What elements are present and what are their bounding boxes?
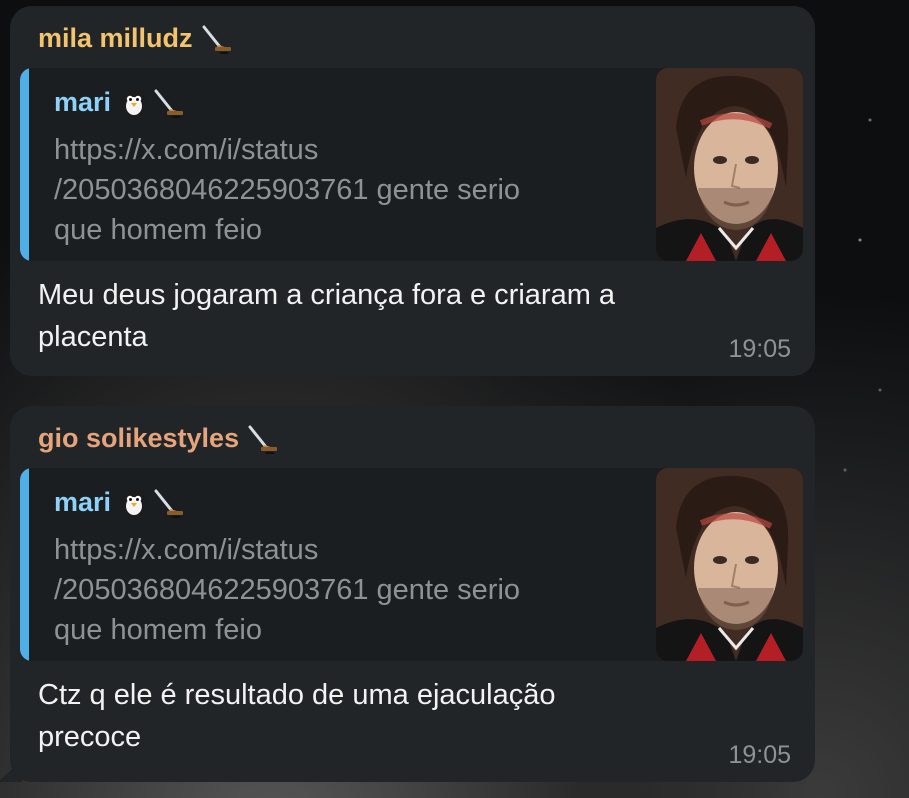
message-time: 19:05 (728, 741, 791, 769)
sender-name[interactable]: gio solikestyles (38, 422, 279, 454)
message-text-line: placenta (38, 321, 148, 353)
reply-author: mari (54, 86, 185, 118)
reply-text: https://x.com/i/status /2050368046225903… (54, 530, 634, 650)
reply-thumbnail[interactable] (656, 468, 803, 661)
reply-accent-bar (20, 468, 29, 661)
message-text: Ctz q ele é resultado de uma ejaculação … (38, 674, 778, 758)
hockey-stick-icon (245, 424, 279, 454)
reply-text-line: https://x.com/i/status (54, 534, 319, 566)
message-time: 19:05 (728, 335, 791, 363)
message-text: Meu deus jogaram a criança fora e criara… (38, 274, 778, 358)
reply-preview[interactable]: mari https://x.com/i/status /20503680462… (20, 68, 803, 261)
reply-author-name: mari (54, 487, 112, 518)
reply-text-line: /2050368046225903761 gente serio (54, 174, 521, 206)
message-bubble[interactable]: gio solikestyles mari https://x.com/i/st… (10, 406, 815, 782)
message-text-line: Ctz q ele é resultado de uma ejaculação (38, 679, 556, 711)
message-text-line: precoce (38, 721, 142, 753)
reply-author-name: mari (54, 87, 112, 118)
reply-text-line: que homem feio (54, 614, 262, 646)
penguin-icon (119, 88, 149, 118)
reply-accent-bar (20, 68, 29, 261)
reply-preview[interactable]: mari https://x.com/i/status /20503680462… (20, 468, 803, 661)
penguin-icon (119, 488, 149, 518)
sender-name-text: mila milludz (38, 23, 193, 54)
message-text-line: Meu deus jogaram a criança fora e criara… (38, 279, 616, 311)
reply-text-line: /2050368046225903761 gente serio (54, 574, 521, 606)
hockey-stick-icon (151, 88, 185, 118)
reply-text: https://x.com/i/status /2050368046225903… (54, 130, 634, 250)
hockey-stick-icon (151, 488, 185, 518)
sender-name-text: gio solikestyles (38, 423, 240, 454)
sender-name[interactable]: mila milludz (38, 22, 233, 54)
reply-text-line: que homem feio (54, 214, 262, 246)
reply-thumbnail[interactable] (656, 68, 803, 261)
chat-area[interactable]: mila milludz mari https://x.com/i/status… (0, 0, 909, 798)
hockey-stick-icon (199, 24, 233, 54)
message-bubble[interactable]: mila milludz mari https://x.com/i/status… (10, 6, 815, 376)
reply-text-line: https://x.com/i/status (54, 134, 319, 166)
reply-author: mari (54, 486, 185, 518)
